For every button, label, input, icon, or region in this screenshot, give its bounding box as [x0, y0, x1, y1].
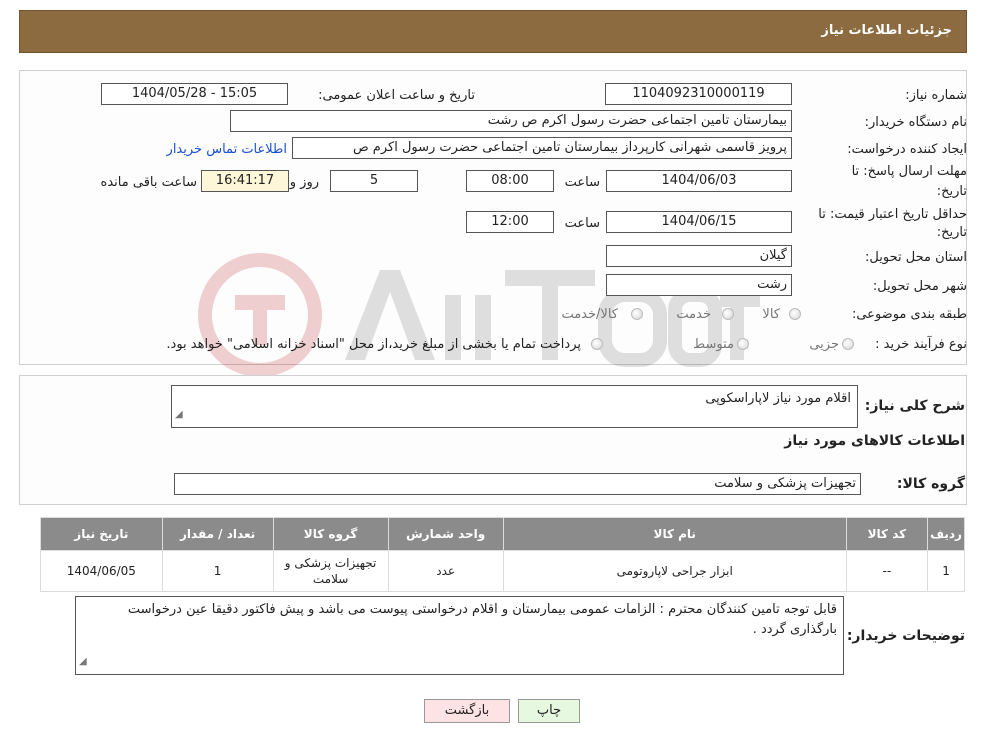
buyer-org-field[interactable]: بیمارستان تامین اجتماعی حضرت رسول اکرم ص… — [230, 110, 792, 132]
deadline-time-field[interactable]: 08:00 — [466, 170, 554, 192]
announce-date-field[interactable]: 1404/05/28 - 15:05 — [101, 83, 288, 105]
days-remaining-field[interactable]: 5 — [330, 170, 418, 192]
cell-qty: 1 — [161, 550, 274, 592]
category-goods-service-label: کالا/خدمت — [561, 307, 618, 322]
remaining-time-field[interactable]: 16:41:17 — [201, 170, 289, 192]
col-code: کد کالا — [845, 517, 929, 551]
province-label: استان محل تحویل: — [865, 250, 967, 265]
province-field[interactable]: گیلان — [606, 245, 792, 267]
col-unit: واحد شمارش — [387, 517, 504, 551]
page-title: جزئیات اطلاعات نیاز — [821, 23, 952, 38]
need-summary-textarea[interactable]: اقلام مورد نیاز لاپاراسکوپی ◢ — [171, 385, 858, 428]
days-label: روز و — [289, 175, 319, 190]
announce-date-label: تاریخ و ساعت اعلان عمومی: — [318, 88, 475, 103]
col-date: تاریخ نیاز — [40, 517, 163, 551]
category-service-radio[interactable] — [722, 308, 734, 320]
validity-time-label: ساعت — [564, 216, 600, 231]
buyer-notes-textarea[interactable]: قابل توجه تامین کنندگان محترم : الزامات … — [75, 596, 844, 675]
validity-time-field[interactable]: 12:00 — [466, 211, 554, 233]
col-name: نام کالا — [502, 517, 847, 551]
deadline-label-line1: مهلت ارسال پاسخ: تا — [851, 164, 967, 179]
cell-name: ابزار جراحی لاپاروتومی — [502, 550, 847, 592]
category-label: طبقه بندی موضوعی: — [851, 307, 967, 322]
deadline-label-line2: تاریخ: — [936, 184, 967, 199]
remaining-time-label: ساعت باقی مانده — [100, 175, 197, 190]
process-type-label: نوع فرآیند خرید : — [875, 337, 967, 352]
goods-group-label: گروه کالا: — [896, 476, 965, 492]
goods-group-field[interactable]: تجهیزات پزشکی و سلامت — [174, 473, 861, 495]
process-note: پرداخت تمام یا بخشی از مبلغ خرید،از محل … — [166, 337, 581, 352]
buyer-notes-label: توضیحات خریدار: — [846, 628, 965, 644]
page-header: جزئیات اطلاعات نیاز — [19, 10, 967, 53]
buyer-contact-link[interactable]: اطلاعات تماس خریدار — [167, 142, 287, 157]
cell-code: -- — [845, 550, 929, 592]
requester-label: ایجاد کننده درخواست: — [847, 142, 967, 157]
cell-unit: عدد — [387, 550, 504, 592]
cell-row: 1 — [927, 550, 965, 592]
need-summary-text: اقلام مورد نیاز لاپاراسکوپی — [705, 391, 851, 406]
print-button[interactable]: چاپ — [518, 699, 580, 723]
table-header-row: ردیف کد کالا نام کالا واحد شمارش گروه کا… — [40, 517, 965, 551]
process-medium-label: متوسط — [693, 337, 734, 352]
requester-field[interactable]: پرویز قاسمی شهرانی کارپرداز بیمارستان تا… — [292, 137, 792, 159]
back-button[interactable]: بازگشت — [424, 699, 510, 723]
deadline-time-label: ساعت — [564, 175, 600, 190]
category-goods-label: کالا — [762, 307, 780, 322]
process-minor-radio[interactable] — [842, 338, 854, 350]
col-qty: تعداد / مقدار — [161, 517, 274, 551]
validity-date-field[interactable]: 1404/06/15 — [606, 211, 792, 233]
process-minor-label: جزیی — [809, 337, 839, 352]
col-row: ردیف — [927, 517, 965, 551]
validity-label-line1: حداقل تاریخ اعتبار قیمت: تا — [818, 207, 967, 222]
need-summary-label: شرح کلی نیاز: — [864, 398, 965, 414]
buyer-notes-text: قابل توجه تامین کنندگان محترم : الزامات … — [127, 602, 837, 637]
deadline-date-field[interactable]: 1404/06/03 — [606, 170, 792, 192]
city-label: شهر محل تحویل: — [872, 279, 967, 294]
table-row[interactable]: 1 -- ابزار جراحی لاپاروتومی عدد تجهیزات … — [40, 550, 965, 592]
resize-grip-icon[interactable]: ◢ — [175, 405, 183, 425]
need-number-label: شماره نیاز: — [905, 88, 967, 103]
resize-grip-icon[interactable]: ◢ — [79, 652, 87, 672]
process-treasury-radio[interactable] — [591, 338, 603, 350]
city-field[interactable]: رشت — [606, 274, 792, 296]
process-medium-radio[interactable] — [737, 338, 749, 350]
buyer-org-label: نام دستگاه خریدار: — [864, 115, 967, 130]
goods-info-title: اطلاعات کالاهای مورد نیاز — [784, 433, 965, 449]
need-number-field[interactable]: 1104092310000119 — [605, 83, 792, 105]
category-goods-service-radio[interactable] — [631, 308, 643, 320]
cell-date: 1404/06/05 — [40, 550, 163, 592]
cell-group: تجهیزات پزشکی و سلامت — [272, 550, 389, 592]
items-table: ردیف کد کالا نام کالا واحد شمارش گروه کا… — [40, 517, 965, 592]
validity-label-line2: تاریخ: — [936, 225, 967, 240]
category-service-label: خدمت — [676, 307, 711, 322]
col-group: گروه کالا — [272, 517, 389, 551]
category-goods-radio[interactable] — [789, 308, 801, 320]
